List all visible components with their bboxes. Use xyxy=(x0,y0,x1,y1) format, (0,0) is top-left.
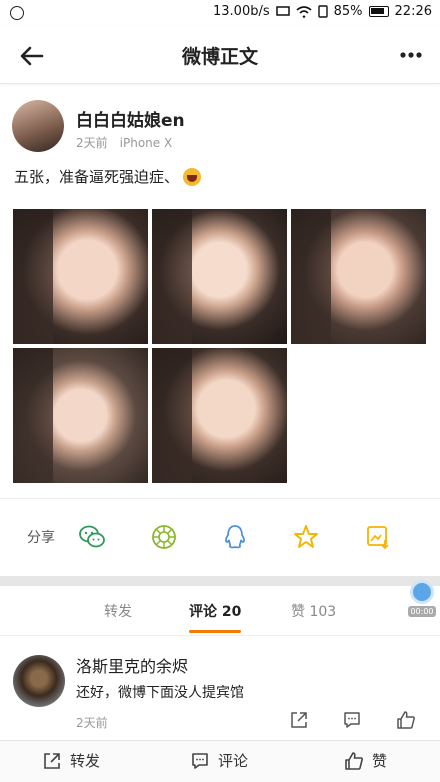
comment-item: 洛斯里克的余烬 还好，微博下面没人提宾馆 2天前 xyxy=(0,640,440,740)
active-tab-indicator xyxy=(189,630,241,633)
cast-icon xyxy=(275,5,290,16)
like-label: 赞 xyxy=(372,752,388,770)
like-button[interactable]: 赞 xyxy=(344,750,387,771)
photo-3[interactable] xyxy=(291,209,426,344)
save-image-icon[interactable] xyxy=(364,523,392,551)
comment-tabs: 转发 评论 20 赞 103 00:00 xyxy=(0,580,440,636)
clock: 22:26 xyxy=(394,4,432,19)
post-time: 2天前 xyxy=(76,136,108,150)
tab-reposts[interactable]: 转发 xyxy=(104,601,132,621)
wechat-icon[interactable] xyxy=(78,523,106,551)
comment-button[interactable]: 评论 xyxy=(190,750,248,771)
commenter-avatar[interactable] xyxy=(13,655,65,707)
author-name[interactable]: 白白白姑娘en xyxy=(76,106,185,131)
share-row: 分享 xyxy=(0,498,440,576)
repost-label: 转发 xyxy=(70,752,101,770)
photo-2[interactable] xyxy=(152,209,287,344)
title-bar: 微博正文 xyxy=(0,26,440,84)
sim-icon xyxy=(317,5,328,18)
post-author[interactable]: 白白白姑娘en 2天前 iPhone X xyxy=(12,100,432,156)
post-body: 五张，准备逼死强迫症、 xyxy=(14,168,180,186)
battery-percent: 85% xyxy=(333,4,363,19)
status-right: 13.00b/s 85% 22:26 xyxy=(213,4,432,19)
comment-time: 2天前 xyxy=(76,716,108,730)
comment-label: 评论 xyxy=(218,752,249,770)
more-options-icon[interactable] xyxy=(398,44,424,66)
tab-likes[interactable]: 赞 103 xyxy=(291,601,336,621)
post-meta: 2天前 iPhone X xyxy=(76,134,172,151)
network-speed: 13.00b/s xyxy=(213,4,270,19)
post-device: iPhone X xyxy=(119,136,173,150)
floating-timer[interactable]: 00:00 xyxy=(408,580,436,620)
qq-icon[interactable] xyxy=(221,523,249,551)
moments-icon[interactable] xyxy=(150,523,178,551)
page-title: 微博正文 xyxy=(181,46,258,68)
like-icon xyxy=(345,751,363,770)
photo-1[interactable] xyxy=(13,209,148,344)
repost-icon xyxy=(44,752,60,769)
status-bar: 13.00b/s 85% 22:26 xyxy=(0,0,440,26)
commenter-name[interactable]: 洛斯里克的余烬 xyxy=(76,653,188,677)
comment-text: 还好，微博下面没人提宾馆 xyxy=(76,685,244,701)
avatar[interactable] xyxy=(12,100,64,152)
laugh-emoji-icon xyxy=(183,167,202,186)
timer-icon xyxy=(410,580,434,604)
comment-like-icon[interactable] xyxy=(396,710,416,730)
comment-reply-icon[interactable] xyxy=(342,710,362,730)
tab-comments[interactable]: 评论 20 xyxy=(189,601,241,621)
bottom-action-bar: 转发 评论 赞 xyxy=(0,740,440,782)
comment-icon xyxy=(192,752,208,769)
share-label: 分享 xyxy=(27,530,55,546)
photo-5[interactable] xyxy=(152,348,287,483)
post-text: 五张，准备逼死强迫症、 xyxy=(14,166,202,187)
photo-4[interactable] xyxy=(13,348,148,483)
comment-share-icon[interactable] xyxy=(289,710,309,730)
favorite-star-icon[interactable] xyxy=(292,523,320,551)
battery-icon xyxy=(368,6,389,17)
section-divider xyxy=(0,576,440,586)
photo-grid xyxy=(13,209,428,485)
notification-icon xyxy=(10,6,24,20)
wifi-icon xyxy=(296,5,312,18)
timer-label: 00:00 xyxy=(408,606,436,617)
repost-button[interactable]: 转发 xyxy=(42,750,100,771)
